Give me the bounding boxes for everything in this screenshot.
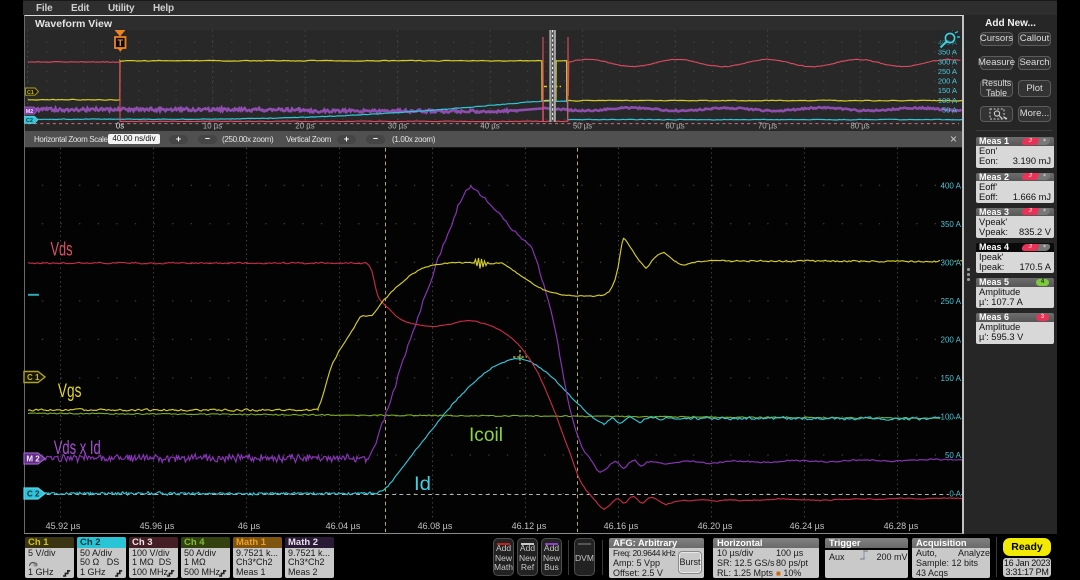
svg-text:50 µs: 50 µs <box>573 121 592 130</box>
svg-text:50 A: 50 A <box>942 106 957 115</box>
svg-text:250 A: 250 A <box>941 297 962 306</box>
svg-text:T: T <box>118 38 124 48</box>
svg-text:M2: M2 <box>26 109 34 115</box>
svg-text:250 A: 250 A <box>938 67 957 76</box>
svg-text:150 A: 150 A <box>938 86 957 95</box>
svg-text:C1: C1 <box>27 90 34 96</box>
svg-text:150 A: 150 A <box>941 374 962 383</box>
svg-text:0 A: 0 A <box>949 490 961 499</box>
svg-text:200 A: 200 A <box>938 77 957 86</box>
svg-text:0s: 0s <box>116 121 124 130</box>
svg-text:C2: C2 <box>26 118 33 124</box>
svg-text:350 A: 350 A <box>941 220 962 229</box>
svg-text:M 2: M 2 <box>26 455 40 464</box>
svg-text:70 µs: 70 µs <box>758 121 777 130</box>
svg-text:200 A: 200 A <box>941 335 962 344</box>
svg-text:20 µs: 20 µs <box>295 121 314 130</box>
svg-text:10 µs: 10 µs <box>203 121 222 130</box>
svg-text:60 µs: 60 µs <box>665 121 684 130</box>
svg-text:300 A: 300 A <box>938 57 957 66</box>
svg-text:100 A: 100 A <box>941 412 962 421</box>
svg-text:40 µs: 40 µs <box>480 121 499 130</box>
svg-text:100 A: 100 A <box>938 96 957 105</box>
svg-text:50 A: 50 A <box>945 451 962 460</box>
svg-text:400 A: 400 A <box>941 181 962 190</box>
svg-text:Vgs: Vgs <box>58 381 82 402</box>
svg-text:Id: Id <box>414 474 431 495</box>
svg-text:C 2: C 2 <box>27 490 40 499</box>
svg-text:80 µs: 80 µs <box>850 121 869 130</box>
svg-text:30 µs: 30 µs <box>388 121 407 130</box>
svg-text:Icoil: Icoil <box>469 425 503 446</box>
svg-text:300 A: 300 A <box>941 258 962 267</box>
svg-text:Vds x Id: Vds x Id <box>54 438 101 459</box>
svg-text:C 1: C 1 <box>27 373 40 382</box>
svg-text:Vds: Vds <box>51 240 73 261</box>
